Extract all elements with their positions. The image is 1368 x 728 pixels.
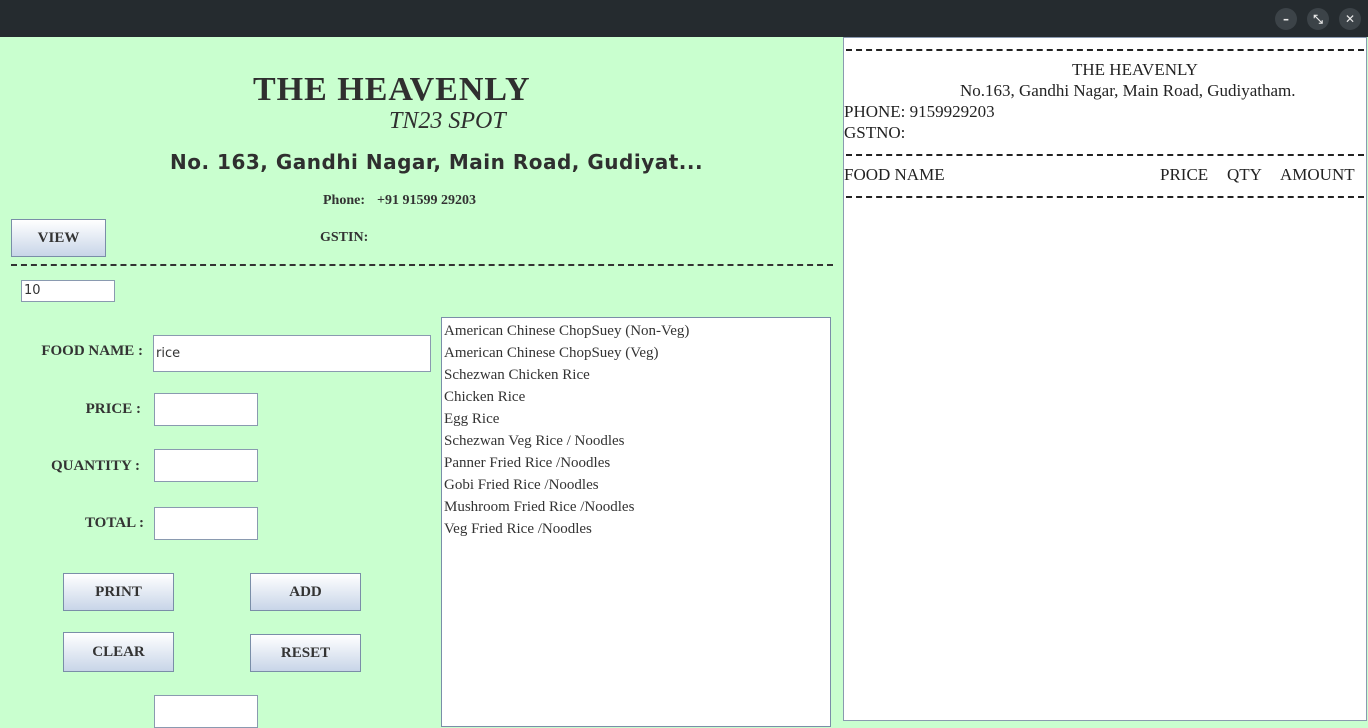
- bill-preview: THE HEAVENLY No.163, Gandhi Nagar, Main …: [843, 37, 1367, 721]
- list-item[interactable]: Mushroom Fried Rice /Noodles: [442, 496, 830, 518]
- small-number-field[interactable]: 10: [21, 280, 115, 302]
- reset-button[interactable]: RESET: [250, 634, 361, 672]
- add-button[interactable]: ADD: [250, 573, 361, 611]
- list-item[interactable]: Egg Rice: [442, 408, 830, 430]
- food-menu-list[interactable]: American Chinese ChopSuey (Non-Veg) Amer…: [441, 317, 831, 727]
- bill-col-price: PRICE: [1160, 165, 1209, 184]
- close-button[interactable]: ✕: [1339, 8, 1361, 30]
- bill-address: No.163, Gandhi Nagar, Main Road, Gudiyat…: [960, 81, 1296, 100]
- food-name-label: FOOD NAME :: [41, 343, 143, 359]
- bill-col-food: FOOD NAME: [844, 165, 945, 184]
- restore-button[interactable]: ⤡: [1307, 8, 1329, 30]
- shop-address: No. 163, Gandhi Nagar, Main Road, Gudiya…: [170, 150, 704, 174]
- print-button[interactable]: PRINT: [63, 573, 174, 611]
- list-item[interactable]: American Chinese ChopSuey (Non-Veg): [442, 320, 830, 342]
- total-input[interactable]: [154, 507, 258, 540]
- quantity-label: QUANTITY :: [50, 458, 140, 474]
- price-label: PRICE :: [85, 401, 141, 417]
- bill-col-qty: QTY: [1227, 165, 1262, 184]
- shop-subtitle: TN23 SPOT: [389, 108, 506, 134]
- list-item[interactable]: Chicken Rice: [442, 386, 830, 408]
- phone-label: Phone:: [323, 193, 365, 208]
- view-button[interactable]: VIEW: [11, 219, 106, 257]
- bill-col-amount: AMOUNT: [1280, 165, 1355, 184]
- bill-divider-top: [846, 49, 1364, 51]
- clear-button[interactable]: CLEAR: [63, 632, 174, 672]
- price-input[interactable]: [154, 393, 258, 426]
- header-divider: [11, 264, 833, 266]
- food-name-input[interactable]: rice: [153, 335, 431, 372]
- bill-phone: PHONE: 9159929203: [844, 102, 995, 121]
- list-item[interactable]: Gobi Fried Rice /Noodles: [442, 474, 830, 496]
- quantity-input[interactable]: [154, 449, 258, 482]
- list-item[interactable]: Panner Fried Rice /Noodles: [442, 452, 830, 474]
- list-item[interactable]: American Chinese ChopSuey (Veg): [442, 342, 830, 364]
- gstin-label: GSTIN:: [320, 230, 369, 245]
- phone-value: +91 91599 29203: [377, 193, 476, 208]
- bill-shop-name: THE HEAVENLY: [1072, 60, 1198, 79]
- minimize-button[interactable]: –: [1275, 8, 1297, 30]
- list-item[interactable]: Schezwan Veg Rice / Noodles: [442, 430, 830, 452]
- total-label: TOTAL :: [84, 515, 144, 531]
- shop-title: THE HEAVENLY: [253, 71, 531, 108]
- window-titlebar: – ⤡ ✕: [0, 0, 1368, 37]
- list-item[interactable]: Veg Fried Rice /Noodles: [442, 518, 830, 540]
- order-panel: THE HEAVENLY TN23 SPOT No. 163, Gandhi N…: [1, 37, 843, 728]
- list-item[interactable]: Schezwan Chicken Rice: [442, 364, 830, 386]
- bill-gst: GSTNO:: [844, 123, 906, 142]
- bill-divider-mid: [846, 154, 1364, 156]
- bottom-input[interactable]: [154, 695, 258, 728]
- bill-divider-header: [846, 196, 1364, 198]
